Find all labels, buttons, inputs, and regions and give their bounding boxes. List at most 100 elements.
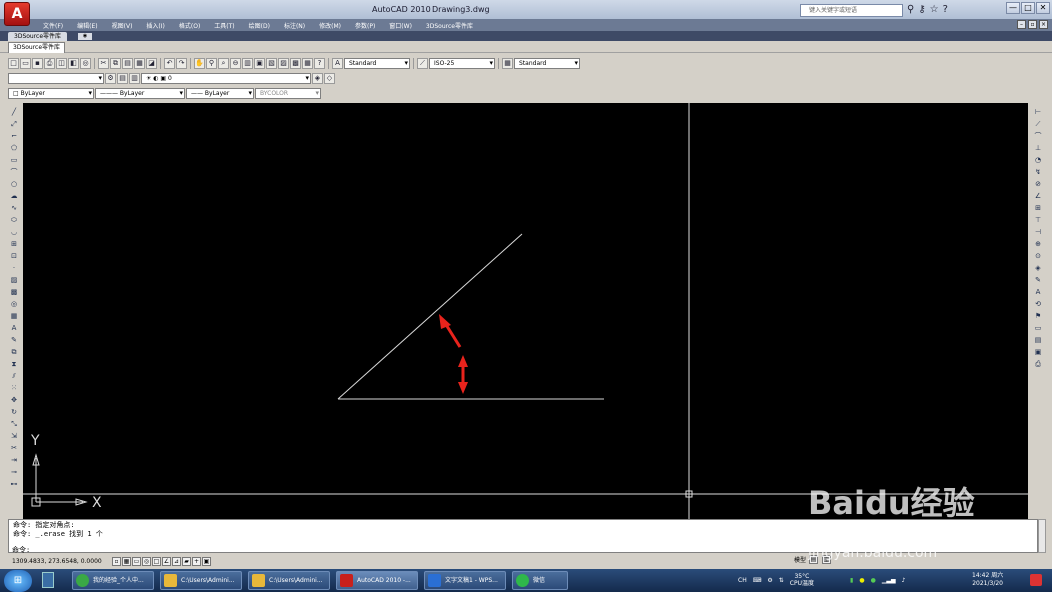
menu-file[interactable]: 文件(F) [36,21,70,30]
ducs-toggle[interactable]: ⊿ [172,556,181,566]
doc-restore-button[interactable]: ▫ [1028,20,1037,29]
join-icon[interactable]: ⊷ [9,479,20,490]
menu-draw[interactable]: 绘图(D) [242,21,277,30]
star-icon[interactable]: ☆ [930,4,939,15]
cut-icon[interactable]: ✂ [98,57,109,69]
signal-icon[interactable]: ▁▃▅ [882,577,896,584]
quick-dim-icon[interactable]: ⊞ [1033,203,1044,214]
circle-icon[interactable]: ○ [9,179,20,190]
markup-icon[interactable]: ▩ [290,57,301,69]
ellipse-arc-icon[interactable]: ◡ [9,227,20,238]
help-toolbar-icon[interactable]: ? [314,57,325,69]
osnap-toggle[interactable]: □ [152,556,161,566]
lineweight-select[interactable]: —— ByLayer [186,87,254,99]
diameter-dim-icon[interactable]: ⊘ [1033,179,1044,190]
region-icon[interactable]: ◎ [9,299,20,310]
zoom-window-icon[interactable]: ⌕ [218,57,229,69]
scale-icon[interactable]: ⤡ [9,419,20,430]
make-current-layer-icon[interactable]: ◈ [312,72,323,84]
3dprint-icon[interactable]: ◎ [80,57,91,69]
color-select[interactable]: □ ByLayer [8,87,94,99]
layer-previous-icon[interactable]: ◇ [324,72,335,84]
doc-minimize-button[interactable]: – [1017,20,1026,29]
extend-icon[interactable]: ⇥ [9,455,20,466]
quickcalc-icon[interactable]: ▦ [302,57,313,69]
copy-icon[interactable]: ⧉ [110,57,121,69]
layer-manager-icon[interactable]: ▤ [117,72,128,84]
help-icon[interactable]: ? [943,4,948,15]
model-space-button[interactable]: 模型 [794,555,806,564]
zoom-realtime-icon[interactable]: ⚲ [206,57,217,69]
battery-icon[interactable]: ▮ [850,577,853,584]
redo-icon[interactable]: ↷ [176,57,187,69]
taskbar-item-explorer-2[interactable]: C:\Users\Admini... [248,571,330,590]
dim-style-icon[interactable]: ⟋ [417,57,428,69]
menu-parametric[interactable]: 参数(P) [348,21,382,30]
lwt-toggle[interactable]: + [192,556,201,566]
rectangle-icon[interactable]: ▭ [9,155,20,166]
settings-icon[interactable]: ⚙ [767,577,772,584]
dim-edit-icon[interactable]: ✎ [1033,275,1044,286]
preview-icon[interactable]: ◫ [56,57,67,69]
sheet-set-icon[interactable]: ▨ [278,57,289,69]
gradient-icon[interactable]: ▩ [9,287,20,298]
page-setup-icon[interactable]: ▤ [1033,335,1044,346]
autocad-logo-icon[interactable]: A [4,2,30,26]
menu-modify[interactable]: 修改(M) [312,21,348,30]
dim-style-select[interactable]: ISO-25 [429,57,495,69]
system-clock[interactable]: 14:42 周六 2021/3/20 [972,572,1003,588]
layer-select[interactable]: ☀ ◐ ▣ 0 [141,72,311,84]
line-tool-icon[interactable]: ╱ [9,107,20,118]
ortho-toggle[interactable]: ▭ [132,556,141,566]
ime-icon[interactable]: CH [738,577,747,584]
taskbar-item-browser[interactable]: 我的经验_个人中... [72,571,154,590]
key-icon[interactable]: ⚷ [918,4,925,15]
network-icon[interactable]: ⇅ [779,577,784,584]
dim-style-side-icon[interactable]: ⚑ [1033,311,1044,322]
offset-icon[interactable]: ⫽ [9,371,20,382]
make-block-icon[interactable]: ⊡ [9,251,20,262]
mirror-icon[interactable]: ⧗ [9,359,20,370]
design-center-icon[interactable]: ▣ [254,57,265,69]
ellipse-icon[interactable]: ⬭ [9,215,20,226]
center-mark-icon[interactable]: ⊙ [1033,251,1044,262]
quicklaunch-icon[interactable] [42,572,54,588]
new-file-icon[interactable]: □ [8,57,19,69]
viewport-icon[interactable]: ▣ [1033,347,1044,358]
arc-length-icon[interactable]: ⌒ [1033,131,1044,142]
table-style-icon[interactable]: ▦ [502,57,513,69]
menu-tools[interactable]: 工具(T) [207,21,241,30]
pan-icon[interactable]: ✋ [194,57,205,69]
erase-icon[interactable]: ✎ [9,335,20,346]
break-icon[interactable]: ⊸ [9,467,20,478]
maximize-button[interactable]: □ [1021,2,1035,14]
table-style-select[interactable]: Standard [514,57,580,69]
polar-toggle[interactable]: ◎ [142,556,151,566]
continue-dim-icon[interactable]: ⊣ [1033,227,1044,238]
properties-icon[interactable]: ▥ [242,57,253,69]
drawing-canvas[interactable]: X Y [23,103,1028,519]
menu-view[interactable]: 视图(V) [105,21,140,30]
taskbar-item-wechat[interactable]: 微信 [512,571,568,590]
insert-block-icon[interactable]: ⊞ [9,239,20,250]
tool-palettes-icon[interactable]: ▧ [266,57,277,69]
copy-object-icon[interactable]: ⧉ [9,347,20,358]
array-icon[interactable]: ⁙ [9,383,20,394]
dim-text-edit-icon[interactable]: A [1033,287,1044,298]
menu-window[interactable]: 窗口(W) [382,21,419,30]
linear-dim-icon[interactable]: ⊢ [1033,107,1044,118]
save-icon[interactable]: ▪ [32,57,43,69]
hatch-icon[interactable]: ▨ [9,275,20,286]
trim-icon[interactable]: ✂ [9,443,20,454]
layer-states-icon[interactable]: ▥ [129,72,140,84]
zoom-previous-icon[interactable]: ⊖ [230,57,241,69]
command-scrollbar[interactable] [1038,519,1046,553]
rotate-icon[interactable]: ↻ [9,407,20,418]
keyboard-icon[interactable]: ⌨ [753,577,762,584]
taskbar-item-autocad[interactable]: AutoCAD 2010 -... [336,571,418,590]
open-file-icon[interactable]: ▭ [20,57,31,69]
paste-icon[interactable]: ▤ [122,57,133,69]
angular-dim-icon[interactable]: ∠ [1033,191,1044,202]
block-editor-icon[interactable]: ◪ [146,57,157,69]
text-style-icon[interactable]: A [332,57,343,69]
